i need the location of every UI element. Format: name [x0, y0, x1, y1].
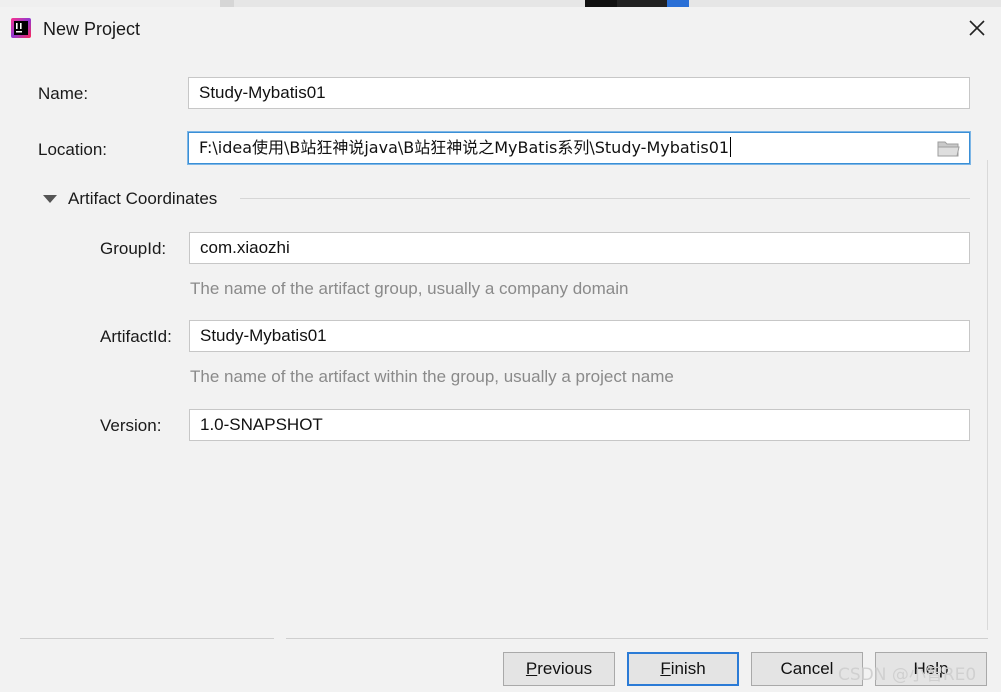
title-bar: New Project	[0, 7, 1001, 51]
previous-mnemonic: P	[525, 659, 538, 678]
group-id-hint: The name of the artifact group, usually …	[190, 279, 629, 298]
name-value: Study-Mybatis01	[199, 83, 326, 102]
version-label: Version:	[100, 416, 162, 435]
watermark: CSDN @小智RE0	[838, 665, 977, 685]
artifact-id-value: Study-Mybatis01	[200, 326, 327, 345]
dialog-title: New Project	[43, 19, 141, 39]
artifact-id-label: ArtifactId:	[100, 327, 172, 346]
version-field[interactable]: 1.0-SNAPSHOT	[189, 409, 970, 441]
location-field[interactable]: F:\idea使用\B站狂神说java\B站狂神说之MyBatis系列\Stud…	[188, 132, 970, 164]
name-field[interactable]: Study-Mybatis01	[188, 77, 970, 109]
name-label: Name:	[38, 84, 89, 103]
group-id-field[interactable]: com.xiaozhi	[189, 232, 970, 264]
artifact-id-field[interactable]: Study-Mybatis01	[189, 320, 970, 352]
footer-divider-right	[286, 638, 988, 639]
previous-label: revious	[537, 659, 593, 678]
text-caret	[730, 137, 732, 157]
artifact-coordinates-title[interactable]: Artifact Coordinates	[68, 189, 217, 209]
footer-divider-left	[20, 638, 274, 639]
cancel-label: Cancel	[780, 659, 834, 678]
previous-button[interactable]: Previous	[503, 652, 615, 686]
finish-mnemonic: F	[660, 659, 671, 678]
version-value: 1.0-SNAPSHOT	[200, 415, 323, 434]
panel-edge	[987, 160, 988, 630]
group-id-value: com.xiaozhi	[200, 238, 290, 257]
artifact-id-hint: The name of the artifact within the grou…	[190, 367, 674, 386]
intellij-idea-icon	[11, 18, 31, 38]
finish-label: inish	[670, 659, 706, 678]
finish-button[interactable]: Finish	[627, 652, 739, 686]
triangle-down-icon[interactable]	[42, 193, 58, 205]
section-divider	[240, 198, 970, 199]
location-label: Location:	[38, 140, 107, 159]
close-icon[interactable]	[962, 13, 992, 43]
location-value: F:\idea使用\B站狂神说java\B站狂神说之MyBatis系列\Stud…	[199, 138, 730, 157]
folder-icon[interactable]	[937, 139, 961, 159]
group-id-label: GroupId:	[100, 239, 167, 258]
background-window-strip	[0, 0, 1001, 7]
